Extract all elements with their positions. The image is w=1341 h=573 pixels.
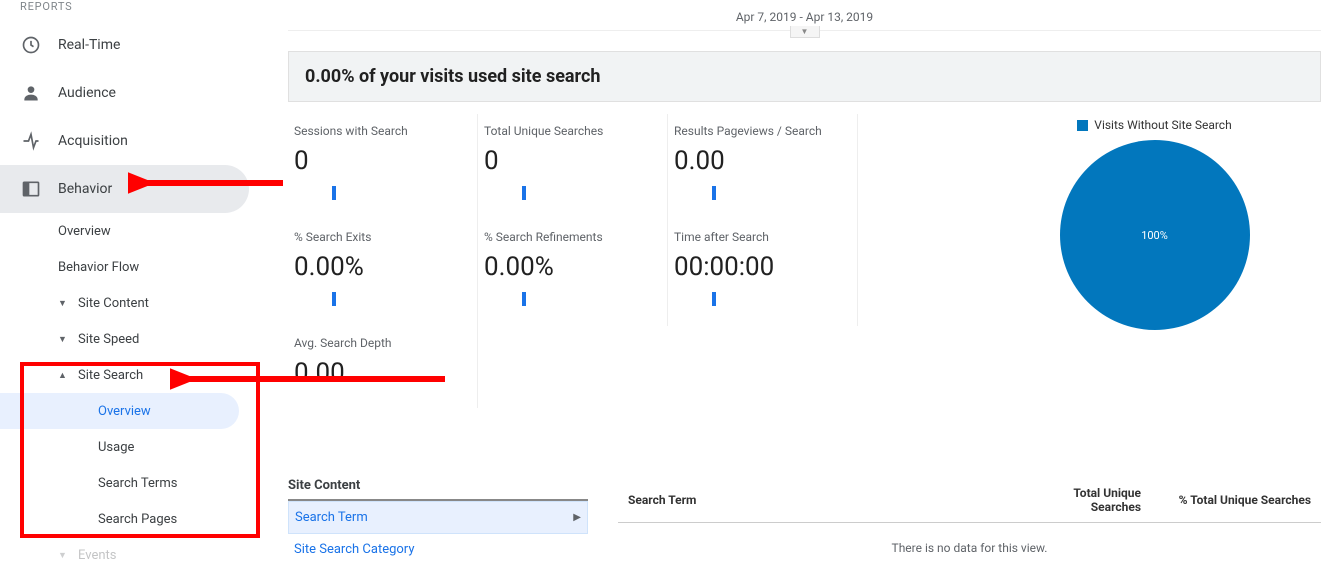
chart-legend: Visits Without Site Search	[988, 118, 1321, 132]
subnav-site-search[interactable]: ▲Site Search	[0, 357, 239, 393]
col-pct-total-unique-searches[interactable]: % Total Unique Searches	[1151, 478, 1321, 523]
sparkline	[674, 292, 774, 306]
person-icon	[20, 82, 42, 104]
site-content-tabs: Site Content Search Term ▶ Site Search C…	[288, 478, 588, 556]
date-range-bar: Apr 7, 2019 - Apr 13, 2019 ▼	[288, 0, 1321, 31]
sparkline	[484, 186, 584, 200]
metric-sessions-with-search[interactable]: Sessions with Search 0	[288, 114, 478, 220]
site-content-heading: Site Content	[288, 478, 588, 501]
tab-site-search-category[interactable]: Site Search Category	[288, 534, 588, 556]
results-table-panel: Search Term Total Unique Searches % Tota…	[618, 478, 1321, 556]
metric-total-unique-searches[interactable]: Total Unique Searches 0	[478, 114, 668, 220]
nav-label: Audience	[58, 85, 116, 101]
subnav-behavior-flow[interactable]: Behavior Flow	[0, 249, 239, 285]
subnav-site-speed[interactable]: ▼Site Speed	[0, 321, 239, 357]
nav-label: Real-Time	[58, 37, 120, 53]
chevron-down-icon: ▼	[58, 334, 67, 345]
metric-results-pageviews-search[interactable]: Results Pageviews / Search 0.00	[668, 114, 858, 220]
nav-label: Acquisition	[58, 133, 128, 149]
chevron-right-icon: ▶	[573, 512, 581, 523]
legend-swatch	[1077, 120, 1088, 131]
date-range-toggle[interactable]: ▼	[790, 26, 820, 38]
acquisition-icon	[20, 130, 42, 152]
subnav3-overview[interactable]: Overview	[0, 393, 239, 429]
subnav-events[interactable]: ▼Events	[0, 537, 239, 573]
chevron-up-icon: ▲	[58, 370, 67, 381]
sparkline	[294, 292, 394, 306]
sparkline	[674, 186, 774, 200]
nav-label: Behavior	[58, 181, 112, 197]
metric-search-exits[interactable]: % Search Exits 0.00%	[288, 220, 478, 326]
behavior-icon	[20, 178, 42, 200]
subnav-site-content[interactable]: ▼Site Content	[0, 285, 239, 321]
metrics-grid: Sessions with Search 0 Total Unique Sear…	[288, 114, 988, 408]
empty-state-text: There is no data for this view.	[618, 523, 1321, 557]
subnav3-search-pages[interactable]: Search Pages	[0, 501, 239, 537]
reports-section-label: REPORTS	[0, 0, 259, 21]
clock-icon	[20, 34, 42, 56]
pie-center-label: 100%	[1141, 229, 1168, 242]
tab-search-term[interactable]: Search Term ▶	[288, 501, 588, 534]
metric-search-refinements[interactable]: % Search Refinements 0.00%	[478, 220, 668, 326]
pie-chart-panel: Visits Without Site Search 100%	[988, 114, 1321, 408]
chevron-down-icon: ▼	[58, 298, 67, 309]
nav-item-behavior[interactable]: Behavior	[0, 165, 249, 213]
results-table: Search Term Total Unique Searches % Tota…	[618, 478, 1321, 556]
nav-item-realtime[interactable]: Real-Time	[0, 21, 249, 69]
nav-item-audience[interactable]: Audience	[0, 69, 249, 117]
pie-chart[interactable]: 100%	[1060, 140, 1250, 330]
chevron-down-icon: ▼	[58, 550, 67, 561]
sparkline	[294, 186, 394, 200]
metric-avg-search-depth[interactable]: Avg. Search Depth 0.00	[288, 326, 478, 408]
date-range-text: Apr 7, 2019 - Apr 13, 2019	[736, 10, 873, 24]
nav-item-acquisition[interactable]: Acquisition	[0, 117, 249, 165]
main-content: Apr 7, 2019 - Apr 13, 2019 ▼ 0.00% of yo…	[260, 0, 1341, 556]
subnav-overview[interactable]: Overview	[0, 213, 239, 249]
col-search-term[interactable]: Search Term	[618, 478, 1031, 523]
subnav3-search-terms[interactable]: Search Terms	[0, 465, 239, 501]
sidebar: REPORTS Real-Time Audience Acquisition B…	[0, 0, 260, 556]
subnav3-usage[interactable]: Usage	[0, 429, 239, 465]
summary-header: 0.00% of your visits used site search	[288, 51, 1321, 102]
metric-time-after-search[interactable]: Time after Search 00:00:00	[668, 220, 858, 326]
sparkline	[484, 292, 584, 306]
col-total-unique-searches[interactable]: Total Unique Searches	[1031, 478, 1151, 523]
